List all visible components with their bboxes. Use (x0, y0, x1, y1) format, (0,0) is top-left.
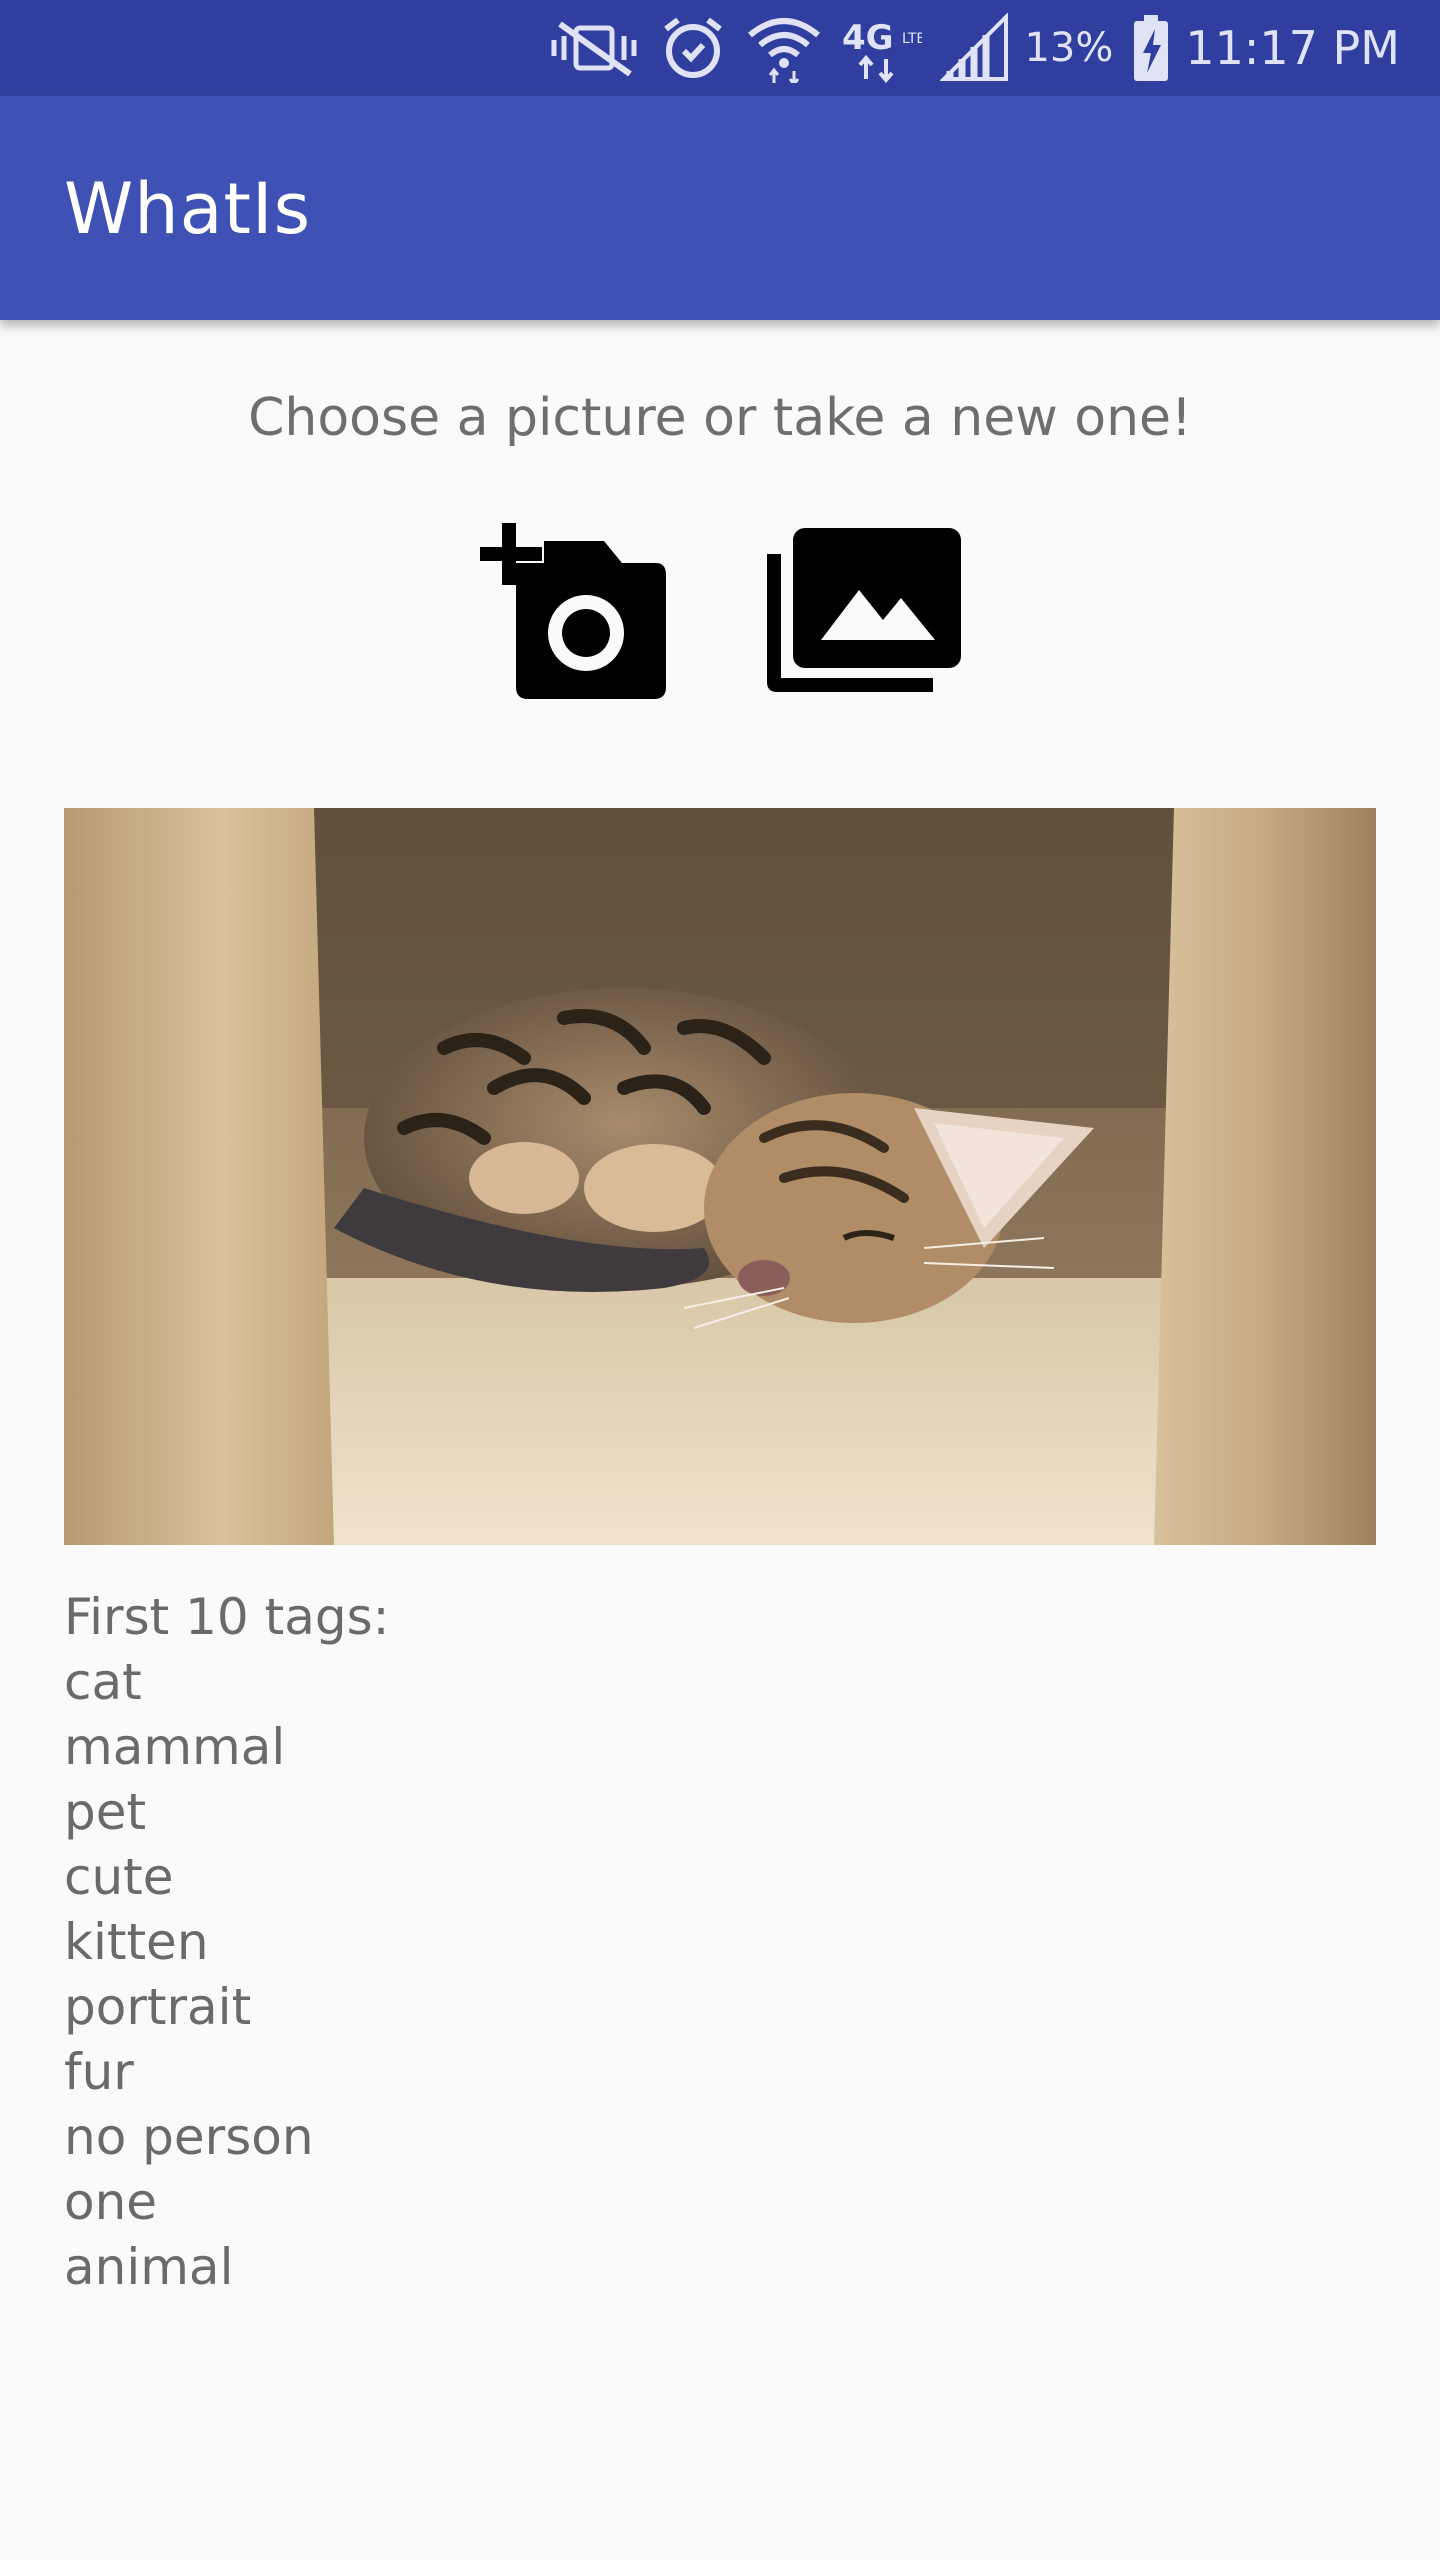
app-title: WhatIs (64, 168, 312, 250)
tags-heading: First 10 tags: (64, 1588, 390, 1646)
svg-text:4G: 4G (842, 18, 894, 58)
tag-item: cat (64, 1653, 142, 1711)
vibrate-mute-icon (546, 0, 642, 96)
instruction-text: Choose a picture or take a new one! (248, 388, 1192, 448)
tag-item: no person (64, 2108, 314, 2166)
tag-item: fur (64, 2043, 134, 2101)
status-time: 11:17 PM (1185, 21, 1400, 75)
photo-image (64, 808, 1376, 1545)
tag-item: pet (64, 1783, 147, 1841)
tag-item: mammal (64, 1718, 286, 1776)
battery-charging-icon (1131, 0, 1171, 96)
choose-picture-button[interactable] (760, 520, 970, 710)
tag-item: one (64, 2173, 158, 2231)
status-bar: 4G LTE 13% 11:17 PM (0, 0, 1440, 96)
wifi-icon (744, 0, 824, 96)
tag-item: kitten (64, 1913, 209, 1971)
alarm-icon (660, 0, 726, 96)
svg-text:LTE: LTE (902, 31, 922, 47)
cat-photo-illustration (64, 808, 1376, 1545)
tag-item: animal (64, 2238, 234, 2296)
tag-item: portrait (64, 1978, 252, 2036)
take-photo-button[interactable] (470, 520, 680, 710)
signal-icon (940, 0, 1010, 96)
battery-percent: 13% (1024, 25, 1114, 71)
tags-list: First 10 tags: cat mammal pet cute kitte… (64, 1585, 390, 2300)
photo-library-icon (767, 528, 963, 702)
lte-icon: 4G LTE (842, 0, 922, 96)
tag-item: cute (64, 1848, 174, 1906)
add-camera-icon (480, 523, 670, 707)
app-bar: WhatIs (0, 96, 1440, 320)
